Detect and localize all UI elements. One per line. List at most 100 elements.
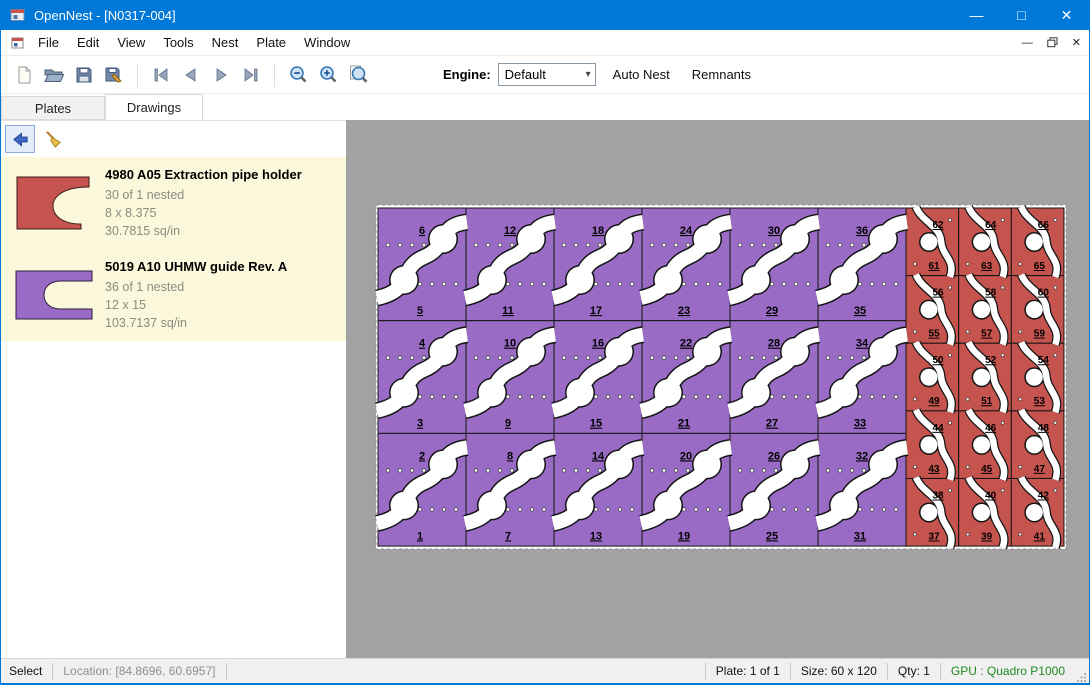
last-plate-button[interactable] <box>236 60 266 90</box>
last-arrow-icon <box>241 65 261 85</box>
part-number: 36 <box>856 225 868 237</box>
statusbar: Select Location: [84.8696, 60.6957] Plat… <box>1 658 1089 683</box>
drill-hole <box>418 395 422 399</box>
clear-button[interactable] <box>38 125 68 153</box>
menu-tools[interactable]: Tools <box>154 30 202 56</box>
engine-select[interactable]: Default ▾ <box>498 63 596 86</box>
drill-hole <box>586 356 590 360</box>
back-arrow-icon <box>11 130 30 149</box>
part-number: 21 <box>678 418 690 430</box>
drill-hole <box>762 469 766 473</box>
drill-hole <box>606 282 610 286</box>
statusbar-divider <box>226 663 227 680</box>
drill-hole <box>694 395 698 399</box>
mdi-window-controls: — ✕ <box>1022 36 1081 49</box>
drill-hole <box>486 469 490 473</box>
part-number: 18 <box>592 225 604 237</box>
part-number: 19 <box>678 530 690 542</box>
save-button[interactable] <box>69 60 99 90</box>
drill-hole <box>442 282 446 286</box>
drill-hole <box>694 282 698 286</box>
drill-hole <box>806 395 810 399</box>
nest-canvas[interactable]: 6512111817242330293635431091615222128273… <box>346 120 1089 658</box>
drawing-title: 4980 A05 Extraction pipe holder <box>105 167 302 182</box>
drill-hole <box>1001 219 1004 222</box>
zoom-in-icon <box>318 64 339 85</box>
mdi-document-icon <box>11 36 25 50</box>
new-file-icon <box>14 65 34 85</box>
menubar: FileEditViewToolsNestPlateWindow — ✕ <box>1 30 1089 56</box>
next-plate-button[interactable] <box>206 60 236 90</box>
mdi-close-icon[interactable]: ✕ <box>1072 36 1081 49</box>
close-icon[interactable]: ✕ <box>1044 0 1089 30</box>
resize-grip[interactable] <box>1075 659 1089 684</box>
part-number: 34 <box>856 338 869 350</box>
drill-hole <box>850 469 854 473</box>
part-number: 35 <box>854 305 866 317</box>
menu-items: FileEditViewToolsNestPlateWindow <box>29 30 359 56</box>
send-back-button[interactable] <box>5 125 35 153</box>
part-number: 45 <box>981 464 993 475</box>
menu-edit[interactable]: Edit <box>68 30 108 56</box>
menu-plate[interactable]: Plate <box>247 30 295 56</box>
maximize-icon[interactable]: □ <box>999 0 1044 30</box>
drill-hole <box>662 243 666 247</box>
part-number: 49 <box>928 396 940 407</box>
drawings-toolbar <box>1 121 346 157</box>
remnants-button[interactable]: Remnants <box>681 67 762 82</box>
toolbar-separator <box>137 63 138 87</box>
drawing-size: 8 x 8.375 <box>105 204 302 222</box>
tab-plates[interactable]: Plates <box>1 96 105 120</box>
menu-nest[interactable]: Nest <box>203 30 248 56</box>
drill-hole <box>594 508 598 512</box>
drill-hole <box>1019 263 1022 266</box>
part-number: 37 <box>928 531 940 542</box>
part-number: 38 <box>932 490 944 501</box>
drill-hole <box>662 356 666 360</box>
menu-window[interactable]: Window <box>295 30 359 56</box>
drill-hole <box>418 508 422 512</box>
zoom-fit-button[interactable] <box>343 60 373 90</box>
new-file-button[interactable] <box>9 60 39 90</box>
drill-hole <box>826 469 830 473</box>
part-number: 20 <box>680 450 692 462</box>
zoom-in-button[interactable] <box>313 60 343 90</box>
drill-hole <box>674 243 678 247</box>
part-number: 1 <box>417 530 423 542</box>
menu-file[interactable]: File <box>29 30 68 56</box>
drill-hole <box>398 469 402 473</box>
drill-hole <box>682 508 686 512</box>
part-number: 65 <box>1034 261 1046 272</box>
auto-nest-button[interactable]: Auto Nest <box>602 67 681 82</box>
tab-drawings[interactable]: Drawings <box>105 94 203 120</box>
drill-hole <box>618 508 622 512</box>
part-number: 2 <box>419 450 425 462</box>
zoom-out-button[interactable] <box>283 60 313 90</box>
drill-hole <box>1001 421 1004 424</box>
drawing-item[interactable]: 5019 A10 UHMW guide Rev. A 36 of 1 neste… <box>1 249 346 341</box>
save-as-button[interactable] <box>99 60 129 90</box>
mdi-minimize-icon[interactable]: — <box>1022 37 1033 49</box>
drill-hole <box>506 508 510 512</box>
part-number: 10 <box>504 338 516 350</box>
drill-hole <box>862 356 866 360</box>
drill-hole <box>826 356 830 360</box>
drill-hole <box>686 469 690 473</box>
drill-hole <box>949 421 952 424</box>
part-number: 22 <box>680 338 692 350</box>
drill-hole <box>738 243 742 247</box>
zoom-out-icon <box>288 64 309 85</box>
minimize-icon[interactable]: — <box>954 0 999 30</box>
part-number: 50 <box>932 355 944 366</box>
drawing-item[interactable]: 4980 A05 Extraction pipe holder 30 of 1 … <box>1 157 346 249</box>
open-file-button[interactable] <box>39 60 69 90</box>
menu-view[interactable]: View <box>108 30 154 56</box>
prev-plate-button[interactable] <box>176 60 206 90</box>
part-number: 30 <box>768 225 780 237</box>
mdi-restore-icon[interactable] <box>1047 37 1058 48</box>
part-number: 27 <box>766 418 778 430</box>
first-plate-button[interactable] <box>146 60 176 90</box>
part-number: 26 <box>768 450 780 462</box>
drill-hole <box>882 395 886 399</box>
drill-hole <box>574 469 578 473</box>
